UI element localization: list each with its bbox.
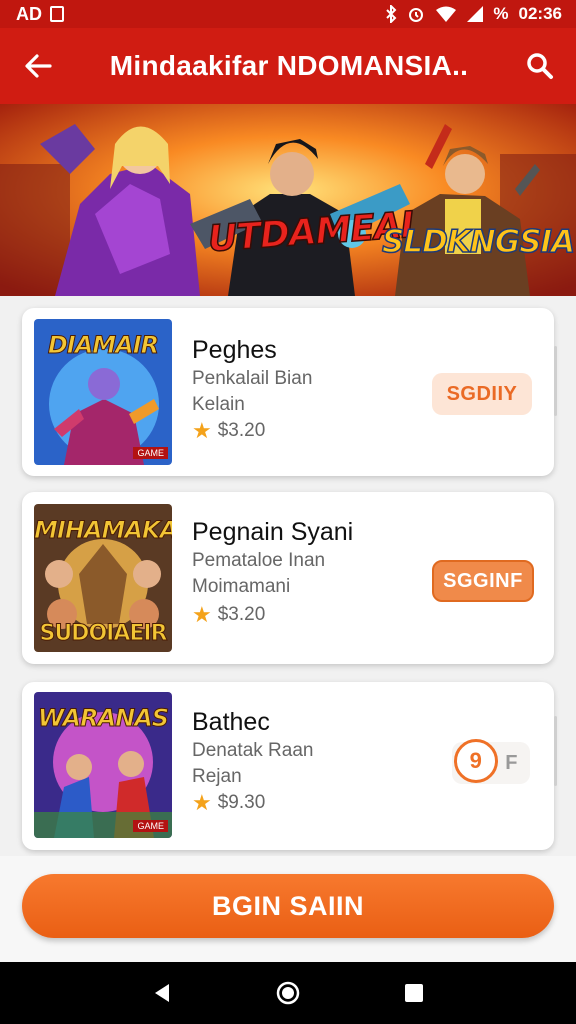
item-subtitle-2: Rejan (192, 766, 242, 787)
thumbnail-badge: GAME (133, 447, 168, 459)
scroll-indicator (554, 346, 557, 416)
status-time: 02:36 (518, 4, 562, 23)
nav-home-icon[interactable] (275, 980, 301, 1006)
star-icon: ★ (192, 602, 212, 627)
search-button[interactable] (522, 48, 558, 84)
scroll-indicator (554, 716, 557, 786)
battery-text: % (493, 4, 509, 23)
item-action-button[interactable]: SGGINF (432, 560, 534, 602)
app-bar: Mindaakifar NDOMANSIA.. (0, 28, 576, 104)
game-thumbnail: WARANAS GAME (34, 692, 172, 838)
thumbnail-title: MIHAMAKAR (34, 516, 172, 545)
item-rating: ★ $3.20 (192, 602, 265, 628)
thumbnail-subtitle: SUDOIAEIR (39, 621, 168, 647)
item-price: $3.20 (217, 420, 266, 441)
item-title: Bathec (192, 708, 270, 736)
game-thumbnail: DIAMAIR GAME (34, 319, 172, 465)
banner-title-right: SLDKNGSIA (381, 223, 576, 261)
game-thumbnail: MIHAMAKAR SUDOIAEIR (34, 504, 172, 652)
item-subtitle: Penkalail Bian (192, 368, 313, 389)
list-item[interactable]: WARANAS GAME Bathec Denatak Raan Rejan ★… (22, 682, 554, 850)
game-list: DIAMAIR GAME Peghes Penkalail Bian Kelai… (0, 296, 576, 856)
action-label: F (505, 751, 518, 774)
status-bar: AD % 02:36 (0, 0, 576, 28)
thumbnail-title: WARANAS (37, 704, 169, 733)
list-item[interactable]: DIAMAIR GAME Peghes Penkalail Bian Kelai… (22, 308, 554, 476)
nav-recents-icon[interactable] (403, 982, 425, 1004)
item-subtitle: Pemataloe Inan (192, 550, 326, 571)
item-action-button[interactable]: 9 F (452, 739, 530, 784)
item-rating: ★ $9.30 (192, 790, 265, 816)
primary-cta-button[interactable]: BGIN SAIIN (22, 874, 554, 938)
banner-artwork (0, 104, 576, 296)
item-subtitle-2: Kelain (192, 394, 245, 415)
alarm-icon (409, 8, 424, 22)
item-title: Peghes (192, 336, 277, 364)
back-arrow-icon (25, 54, 52, 78)
list-item[interactable]: MIHAMAKAR SUDOIAEIR Pegnain Syani Pemata… (22, 492, 554, 664)
system-nav-bar (0, 962, 576, 1024)
search-icon (527, 53, 553, 79)
item-rating: ★ $3.20 (192, 418, 265, 444)
item-action-button[interactable]: SGDIIY (432, 373, 532, 415)
bottom-action-area: BGIN SAIIN (0, 856, 576, 962)
star-icon: ★ (192, 418, 212, 443)
bluetooth-icon (386, 5, 397, 23)
nav-back-icon[interactable] (151, 982, 173, 1004)
item-price: $3.20 (217, 604, 266, 625)
thumbnail-title: DIAMAIR (47, 331, 159, 360)
item-subtitle: Denatak Raan (192, 740, 314, 761)
action-count-badge: 9 (454, 739, 498, 783)
wifi-icon (436, 6, 457, 22)
status-left-text: AD (16, 3, 42, 24)
hero-banner[interactable]: UTDAMEAI SLDKNGSIA (0, 104, 576, 296)
notification-icon (50, 6, 64, 22)
back-button[interactable] (20, 48, 56, 84)
thumbnail-badge: GAME (133, 820, 168, 832)
page-title: Mindaakifar NDOMANSIA.. (109, 50, 469, 81)
item-subtitle-2: Moimamani (192, 576, 291, 597)
item-price: $9.30 (217, 792, 266, 813)
signal-icon (467, 6, 484, 22)
star-icon: ★ (192, 790, 212, 815)
item-title: Pegnain Syani (192, 518, 354, 546)
